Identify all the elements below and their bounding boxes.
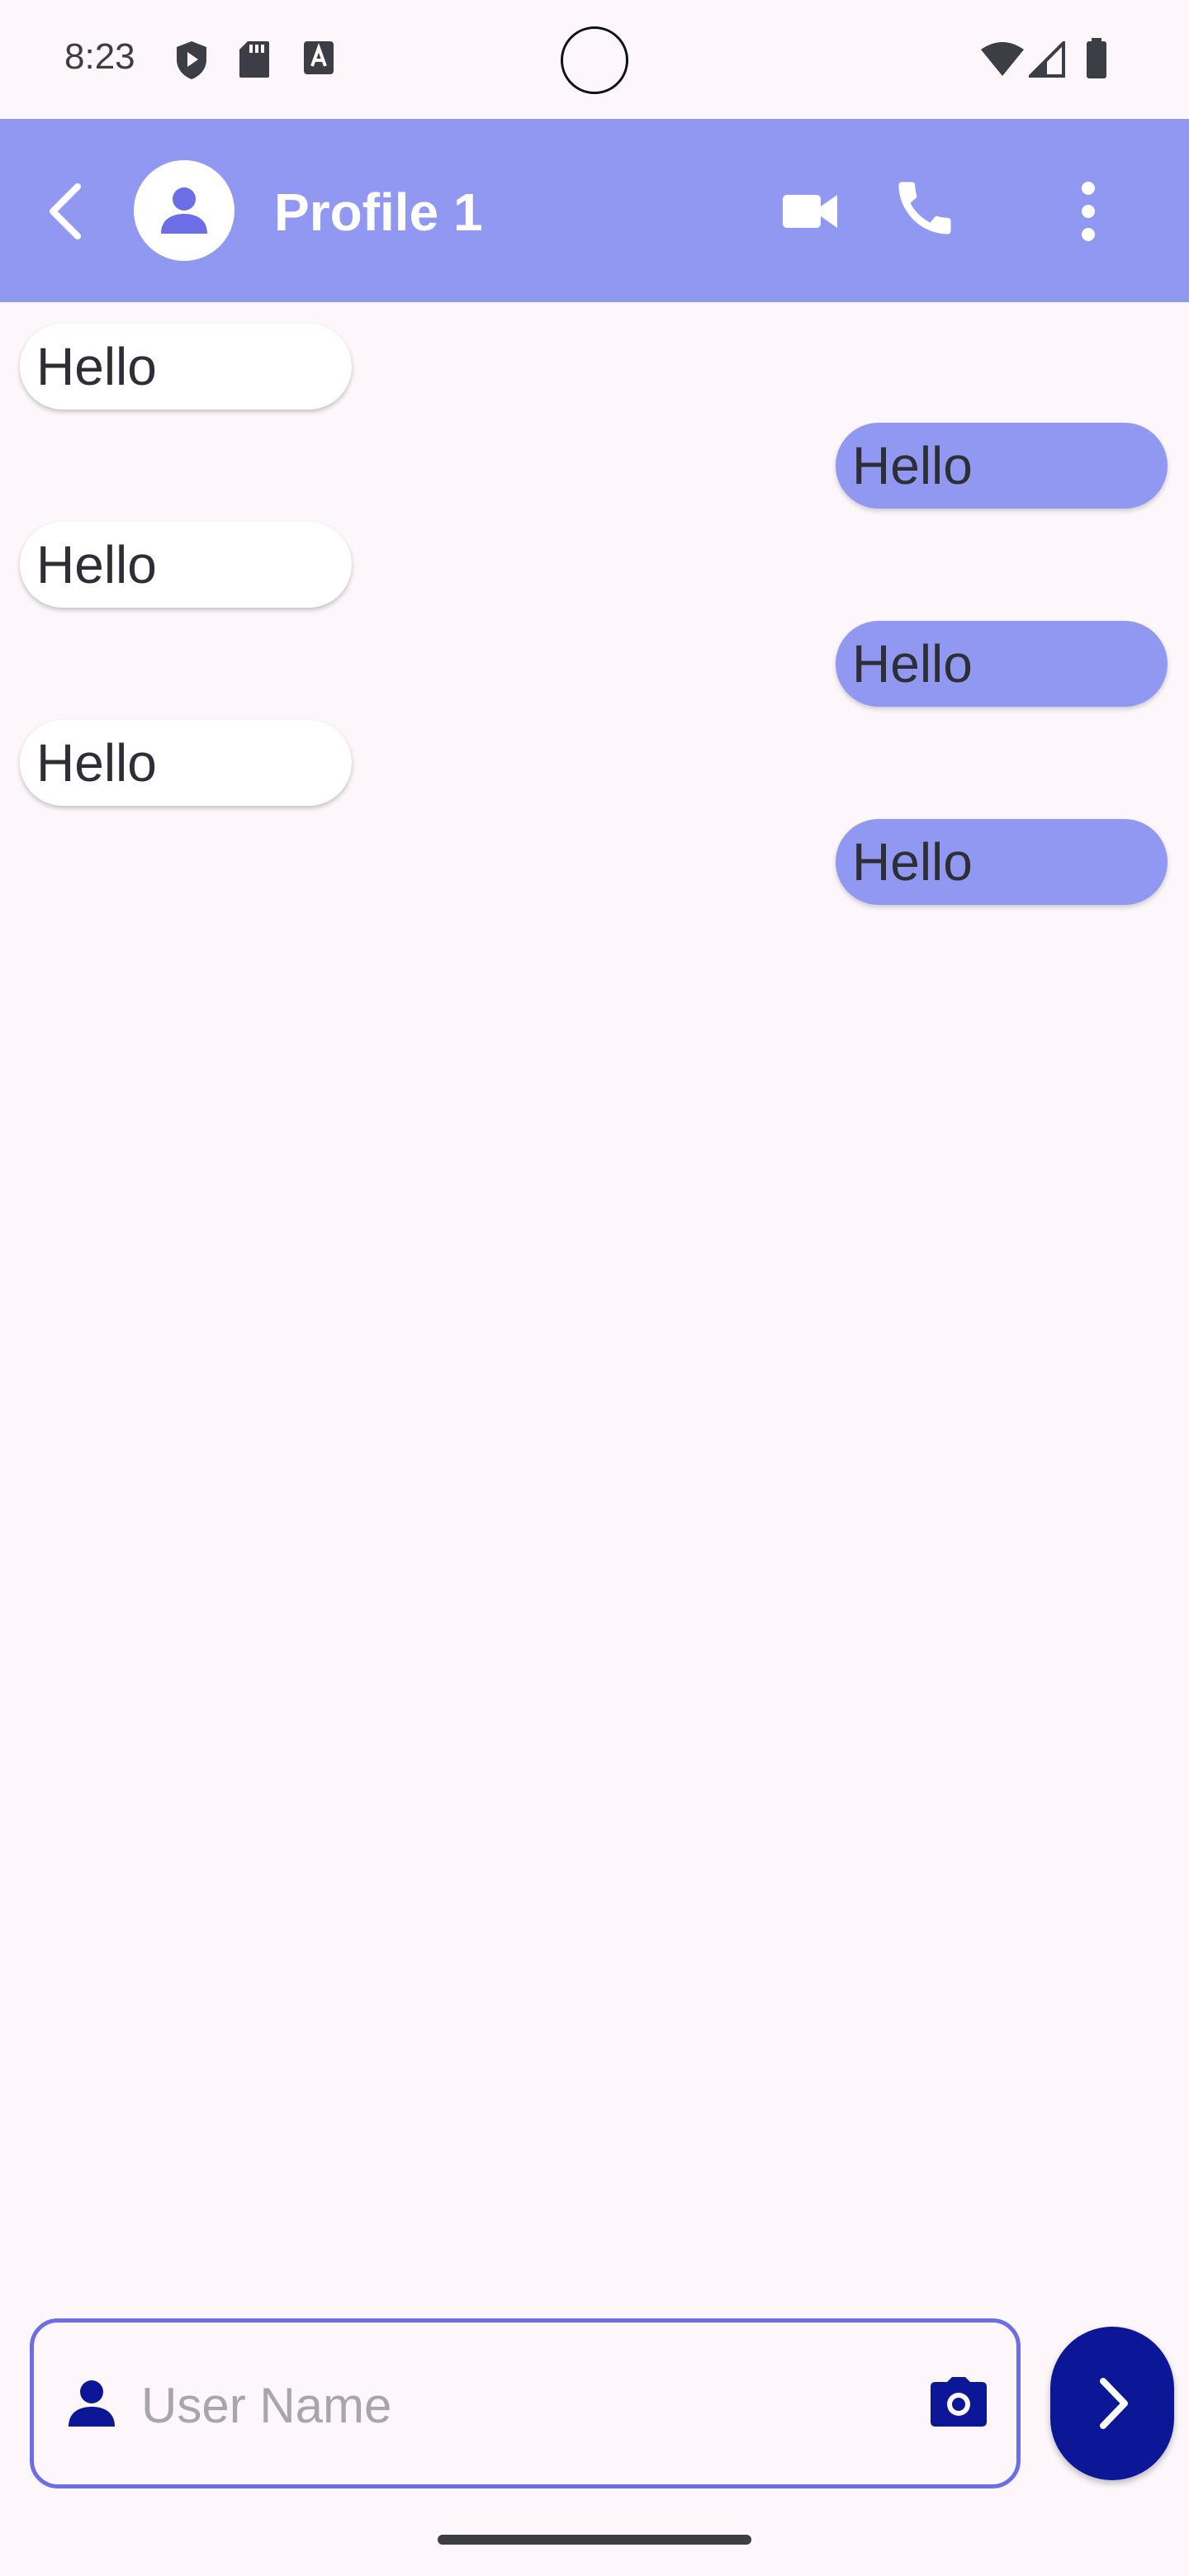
- phone-icon: [898, 182, 951, 234]
- font-a-icon: [302, 40, 335, 80]
- home-indicator[interactable]: [438, 2535, 751, 2545]
- message-bubble-incoming[interactable]: Hello: [20, 720, 352, 806]
- avatar[interactable]: [134, 160, 234, 261]
- send-button[interactable]: [1050, 2327, 1174, 2480]
- message-bubble-outgoing[interactable]: Hello: [836, 621, 1168, 707]
- wifi-icon: [979, 41, 1026, 82]
- more-options-button[interactable]: [1065, 177, 1111, 246]
- person-icon: [65, 2377, 118, 2434]
- page-title: Profile 1: [274, 182, 483, 242]
- videocam-icon: [783, 195, 837, 228]
- camera-icon[interactable]: [929, 2375, 988, 2432]
- message-bubble-outgoing[interactable]: Hello: [836, 819, 1168, 905]
- message-bubble-outgoing[interactable]: Hello: [836, 423, 1168, 509]
- message-bubble-incoming[interactable]: Hello: [20, 522, 352, 608]
- battery-icon: [1085, 38, 1108, 83]
- message-input[interactable]: [141, 2372, 884, 2438]
- call-button[interactable]: [890, 173, 959, 243]
- camera-cutout: [561, 26, 628, 94]
- chat-screen: 8:23 Profile 1 Hello Hello Hello Hello H…: [0, 0, 1189, 2576]
- status-bar: 8:23: [0, 0, 1189, 119]
- sd-card-icon: [238, 40, 271, 83]
- person-icon: [161, 187, 207, 234]
- status-time: 8:23: [64, 36, 135, 77]
- chevron-right-icon: [1100, 2378, 1128, 2429]
- shield-play-icon: [173, 40, 210, 85]
- video-call-button[interactable]: [779, 180, 842, 243]
- more-vertical-icon: [1082, 182, 1095, 241]
- message-input-field[interactable]: [30, 2318, 1021, 2488]
- app-bar: Profile 1: [0, 119, 1189, 302]
- message-bubble-incoming[interactable]: Hello: [20, 324, 352, 410]
- cell-signal-icon: [1026, 39, 1065, 82]
- chevron-left-icon: [35, 183, 101, 253]
- back-button[interactable]: [35, 173, 101, 249]
